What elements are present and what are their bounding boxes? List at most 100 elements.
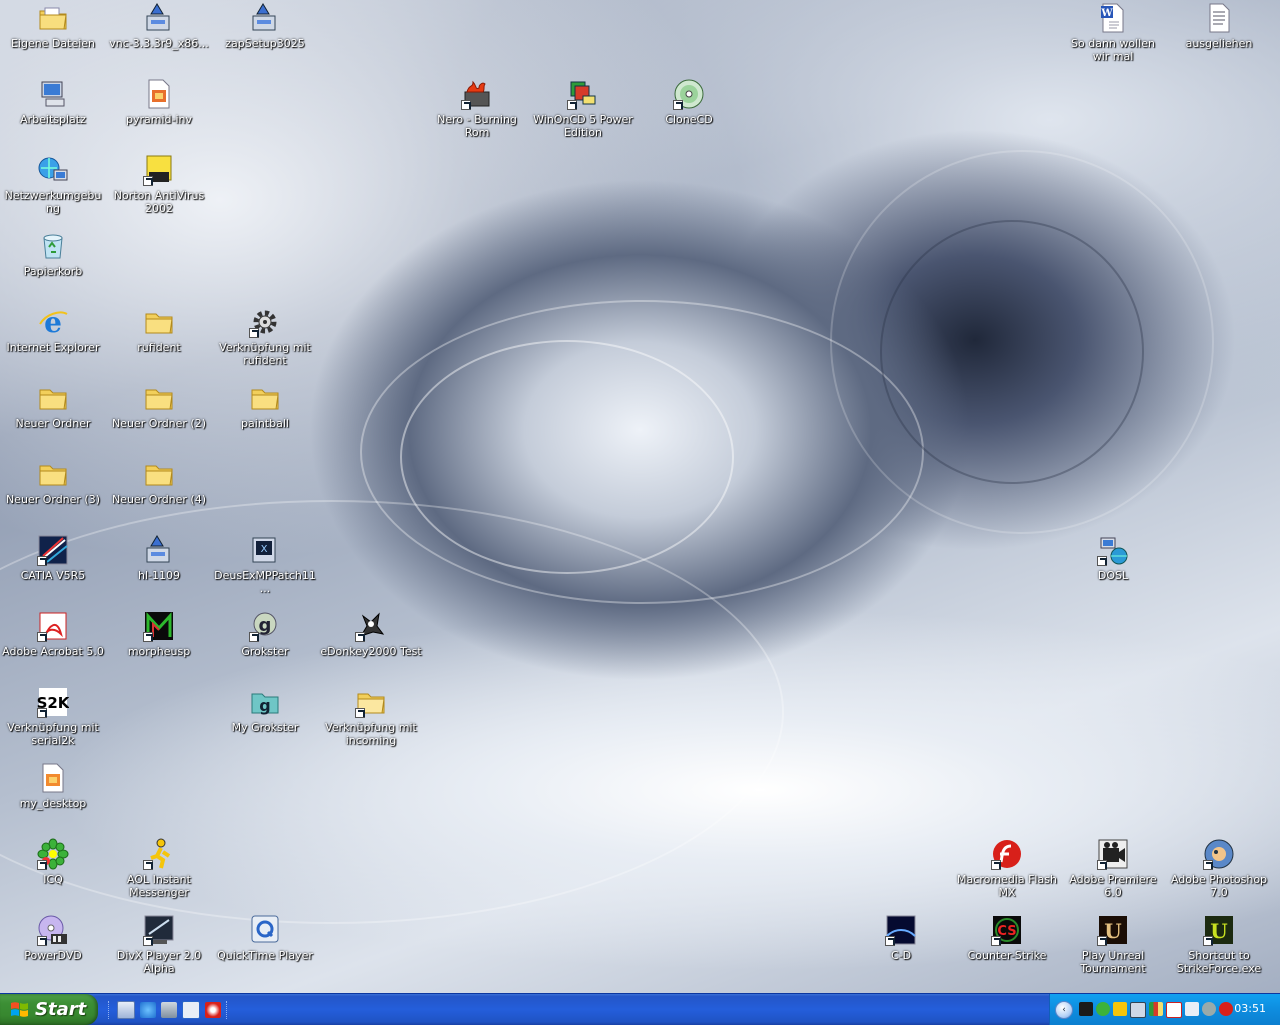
desktop-icon-neuer-ordner-3[interactable]: Neuer Ordner (3) [1, 456, 105, 528]
desktop-icon-word-doc[interactable]: W So dann wollen wir mal [1061, 0, 1165, 72]
desktop-icon-ausgeliehen[interactable]: ausgeliehen [1167, 0, 1271, 72]
desktop-icon-aim[interactable]: AOL Instant Messenger [107, 836, 211, 908]
desktop-icon-paintball[interactable]: paintball [213, 380, 317, 452]
system-tray: ‹ 03:51 [1049, 994, 1280, 1025]
icon-label: AOL Instant Messenger [127, 873, 191, 899]
installer-icon: X [252, 537, 276, 563]
desktop-icon-serial2k[interactable]: S2K Verknüpfung mit serial2k [1, 684, 105, 756]
desktop-icon-grokster[interactable]: g Grokster [213, 608, 317, 680]
desktop-icon-powerdvd[interactable]: PowerDVD [1, 912, 105, 984]
network-icon [38, 157, 68, 181]
desktop-icon-edonkey[interactable]: eDonkey2000 Test [319, 608, 423, 680]
desktop-icon-zapsetup[interactable]: zapSetup3025 [213, 0, 317, 72]
show-hidden-icons-button[interactable]: ‹ [1055, 1000, 1073, 1019]
icon-label: Norton AntiVirus 2002 [113, 189, 205, 215]
desktop-icon-norton[interactable]: Norton AntiVirus 2002 [107, 152, 211, 224]
icon-label: WinOnCD 5 Power Edition [533, 113, 633, 139]
grokster-folder-icon: g [251, 693, 279, 715]
svg-text:g: g [259, 615, 272, 636]
my-computer-icon [41, 81, 65, 107]
icon-label: C-D [890, 949, 912, 962]
folder-icon [39, 465, 67, 486]
clock[interactable]: 03:51 [1234, 1002, 1266, 1015]
desktop-icon-nero[interactable]: Nero - Burning Rom [425, 76, 529, 148]
internet-explorer-icon[interactable] [140, 1002, 156, 1018]
edonkey-tray-icon[interactable] [1079, 1001, 1093, 1016]
desktop-icon-flash-mx[interactable]: Macromedia Flash MX [955, 836, 1059, 908]
icon-label: Counter-Strike [967, 949, 1047, 962]
desktop-icon-premiere[interactable]: Adobe Premiere 6.0 [1061, 836, 1165, 908]
installer-icon [252, 3, 276, 31]
tray-icons [1079, 1001, 1233, 1018]
icon-label: Arbeitsplatz [20, 113, 86, 126]
desktop-icon-hl-1109[interactable]: hl-1109 [107, 532, 211, 604]
icon-label: Grokster [241, 645, 289, 658]
desktop-icon-unreal-tournament[interactable]: U Play Unreal Tournament [1061, 912, 1165, 984]
desktop-icon-c-d[interactable]: C-D [849, 912, 953, 984]
desktop-icon-deusex-patch[interactable]: X DeusExMPPatch11... [213, 532, 317, 604]
desktop-icon-internet-explorer[interactable]: e Internet Explorer [1, 304, 105, 376]
icon-label: Eigene Dateien [10, 37, 96, 50]
windows-logo-icon [11, 1001, 28, 1017]
folder-icon [251, 389, 279, 410]
svg-text:e: e [44, 306, 62, 338]
desktop-icon-arbeitsplatz[interactable]: Arbeitsplatz [1, 76, 105, 148]
desktop-icon-my-desktop[interactable]: my_desktop [1, 760, 105, 832]
desktop-icon-verknuepfung-rufident[interactable]: Verknüpfung mit rufident [213, 304, 317, 376]
desktop-icon-photoshop[interactable]: Adobe Photoshop 7.0 [1167, 836, 1271, 908]
folder-icon [145, 465, 173, 486]
winoncd-tray-icon[interactable] [1149, 1001, 1163, 1016]
icon-label: Adobe Photoshop 7.0 [1170, 873, 1268, 899]
desktop-icon-netzwerkumgebung[interactable]: Netzwerkumgebung [1, 152, 105, 224]
desktop-icon-morpheus[interactable]: morpheusp [107, 608, 211, 680]
desktop-icon-vnc[interactable]: vnc-3.3.3r9_x86... [107, 0, 211, 72]
aim-tray-icon[interactable] [1113, 1001, 1127, 1016]
antivirus-tray-icon[interactable] [1166, 1001, 1182, 1018]
desktop-icon-counter-strike[interactable]: CS Counter-Strike [955, 912, 1059, 984]
icon-label: DivX Player 2.0 Alpha [116, 949, 202, 975]
icon-label: Nero - Burning Rom [437, 113, 517, 139]
desktop-icon-dosl[interactable]: DOSL [1061, 532, 1165, 604]
desktop-icon-acrobat[interactable]: Adobe Acrobat 5.0 [1, 608, 105, 680]
desktop-icon-catia[interactable]: CATIA V5R5 [1, 532, 105, 604]
desktop-icon-verknuepfung-incoming[interactable]: Verknüpfung mit incoming [319, 684, 423, 756]
toolbar-grip[interactable] [108, 1001, 112, 1019]
icon-label: Verknüpfung mit incoming [325, 721, 417, 747]
desktop-icon-divx[interactable]: DivX Player 2.0 Alpha [107, 912, 211, 984]
desktop-icon-papierkorb[interactable]: Papierkorb [1, 228, 105, 300]
desktop-icon-rufident[interactable]: rufident [107, 304, 211, 376]
drive-icon[interactable] [161, 1002, 177, 1018]
desktop-icon-pyramid-inv[interactable]: pyramid-inv [107, 76, 211, 148]
desktop-icon-my-grokster[interactable]: g My Grokster [213, 684, 317, 756]
icq-tray-icon[interactable] [1096, 1001, 1110, 1016]
show-desktop-icon[interactable] [117, 1001, 135, 1019]
icon-label: hl-1109 [138, 569, 180, 582]
desktop-icon-icq[interactable]: ICQ [1, 836, 105, 908]
desktop-icon-neuer-ordner-4[interactable]: Neuer Ordner (4) [107, 456, 211, 528]
icon-label: DOSL [1097, 569, 1129, 582]
desktop-icon-quicktime[interactable]: QuickTime Player [213, 912, 317, 984]
desktop-icon-strikeforce[interactable]: U Shortcut to StrikeForce.exe [1167, 912, 1271, 984]
app-tray-icon[interactable] [1219, 1001, 1233, 1016]
desktop-icon-winoncd[interactable]: WinOnCD 5 Power Edition [531, 76, 635, 148]
tv-tray-icon[interactable] [1185, 1001, 1199, 1016]
word-document-icon: W [1100, 3, 1124, 33]
text-document-icon [1209, 3, 1230, 33]
installer-icon [146, 535, 170, 563]
icon-label: Shortcut to StrikeForce.exe [1176, 949, 1262, 975]
desktop-icon-eigene-dateien[interactable]: Eigene Dateien [1, 0, 105, 72]
media-app-icon[interactable] [205, 1002, 221, 1018]
desktop-icon-clonecd[interactable]: CloneCD [637, 76, 741, 148]
icon-label: rufident [137, 341, 181, 354]
folder-icon [39, 389, 67, 410]
desktop-icon-neuer-ordner[interactable]: Neuer Ordner [1, 380, 105, 452]
volume-tray-icon[interactable] [1202, 1001, 1216, 1016]
folder-documents-icon [39, 7, 67, 30]
start-button[interactable]: Start [0, 994, 98, 1025]
quicktime-icon[interactable] [182, 1001, 200, 1019]
taskbar: Start ‹ 03:51 [0, 993, 1280, 1025]
toolbar-grip[interactable] [226, 1001, 230, 1019]
network-tray-icon[interactable] [1130, 1001, 1146, 1018]
icon-label: Neuer Ordner [15, 417, 91, 430]
desktop-icon-neuer-ordner-2[interactable]: Neuer Ordner (2) [107, 380, 211, 452]
